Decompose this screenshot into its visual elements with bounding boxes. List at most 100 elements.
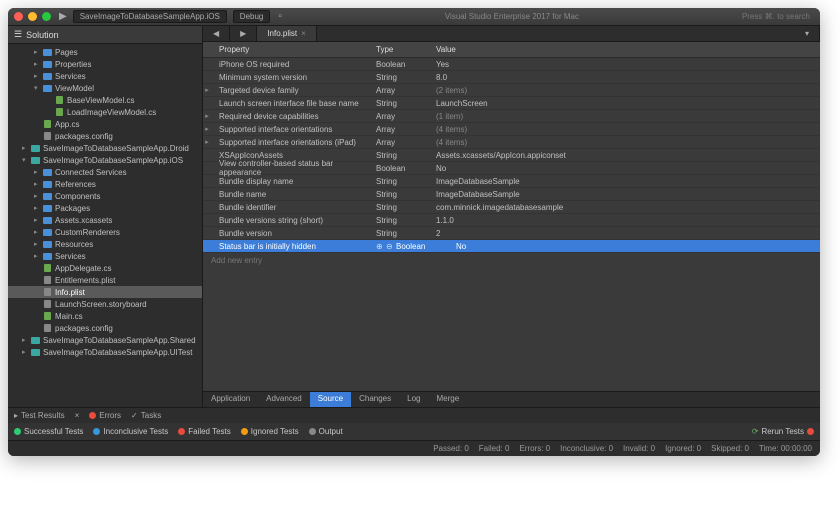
- filter-pill[interactable]: Output: [309, 427, 343, 436]
- tab-info-plist[interactable]: Info.plist×: [257, 26, 316, 41]
- filter-pill[interactable]: Successful Tests: [14, 427, 83, 436]
- editor-mode-tab[interactable]: Source: [310, 392, 351, 407]
- search-hint[interactable]: Press ⌘. to search: [742, 12, 810, 21]
- tab-overflow-icon[interactable]: ▾: [795, 26, 820, 41]
- tree-item[interactable]: ▸Properties: [8, 58, 202, 70]
- tree-item[interactable]: ▸CustomRenderers: [8, 226, 202, 238]
- tree-item[interactable]: ▾ViewModel: [8, 82, 202, 94]
- plist-row[interactable]: ▸Targeted device familyArray(2 items): [203, 84, 820, 97]
- tree-item[interactable]: ▸SaveImageToDatabaseSampleApp.UITest: [8, 346, 202, 358]
- rerun-button[interactable]: ⟳ Rerun Tests: [752, 427, 814, 436]
- plist-row[interactable]: Status bar is initially hidden⊕⊖BooleanN…: [203, 240, 820, 253]
- editor-mode-tab[interactable]: Advanced: [258, 392, 310, 407]
- close-tab-icon[interactable]: ×: [301, 29, 306, 38]
- plist-row[interactable]: Minimum system versionString8.0: [203, 71, 820, 84]
- empty-area: [203, 268, 820, 391]
- plist-row[interactable]: Launch screen interface file base nameSt…: [203, 97, 820, 110]
- status-dot-icon: [93, 428, 100, 435]
- plist-row[interactable]: ▸Supported interface orientationsArray(4…: [203, 123, 820, 136]
- disclosure-icon: ▸: [34, 72, 42, 80]
- tree-item[interactable]: packages.config: [8, 322, 202, 334]
- status-dot-icon: [309, 428, 316, 435]
- plist-row[interactable]: Bundle versionString2: [203, 227, 820, 240]
- tree-label: Info.plist: [55, 288, 85, 297]
- solution-tree: ▸Pages▸Properties ▸ Services▾ViewModelBase…: [8, 44, 202, 360]
- solution-header: ☰Solution: [8, 26, 202, 44]
- tree-item[interactable]: Entitlements.plist: [8, 274, 202, 286]
- folder-blue-icon: [42, 216, 52, 224]
- app-title: Visual Studio Enterprise 2017 for Mac: [282, 12, 742, 21]
- editor-mode-tab[interactable]: Log: [399, 392, 428, 407]
- prop-value: No: [436, 164, 820, 173]
- file-plist-icon: [42, 324, 52, 332]
- folder-teal-icon: [30, 144, 40, 152]
- filter-pill[interactable]: Ignored Tests: [241, 427, 299, 436]
- close-pad-icon[interactable]: ×: [75, 411, 80, 420]
- minimize-icon[interactable]: [28, 12, 37, 21]
- tree-item[interactable]: ▸Packages: [8, 202, 202, 214]
- tree-label: Services: [55, 72, 86, 81]
- plist-row[interactable]: ▸Required device capabilitiesArray(1 ite…: [203, 110, 820, 123]
- project-selector[interactable]: SaveImageToDatabaseSampleApp.iOS: [73, 10, 227, 23]
- check-icon: ✓: [131, 411, 138, 420]
- editor-mode-tab[interactable]: Merge: [428, 392, 467, 407]
- disclosure-icon: ▸: [34, 252, 42, 260]
- tree-item[interactable]: ▸Assets.xcassets: [8, 214, 202, 226]
- remove-icon[interactable]: ⊖: [386, 242, 396, 251]
- tree-item[interactable]: ▸Components: [8, 190, 202, 202]
- editor-mode-tab[interactable]: Changes: [351, 392, 399, 407]
- prop-value: ImageDatabaseSample: [436, 177, 820, 186]
- folder-blue-icon: [42, 60, 52, 68]
- run-button[interactable]: ▶: [59, 11, 67, 22]
- tree-item[interactable]: Main.cs: [8, 310, 202, 322]
- test-filter-bar: Successful Tests Inconclusive Tests Failed…: [8, 423, 820, 440]
- hamburger-icon[interactable]: ☰: [14, 29, 22, 40]
- filter-pill[interactable]: Failed Tests: [178, 427, 231, 436]
- tree-item[interactable]: ▸Services: [8, 250, 202, 262]
- disclosure-icon: ▸: [34, 48, 42, 56]
- tree-item[interactable]: ▸ Services: [8, 70, 202, 82]
- tree-item[interactable]: App.cs: [8, 118, 202, 130]
- folder-blue-icon: [42, 240, 52, 248]
- add-icon[interactable]: ⊕: [376, 242, 386, 251]
- tree-item[interactable]: packages.config: [8, 130, 202, 142]
- stop-icon[interactable]: [807, 428, 814, 435]
- plist-row[interactable]: Bundle versions string (short)String1.1.…: [203, 214, 820, 227]
- plist-row[interactable]: Bundle identifierStringcom.minnick.image…: [203, 201, 820, 214]
- filter-pill[interactable]: Inconclusive Tests: [93, 427, 168, 436]
- close-icon[interactable]: [14, 12, 23, 21]
- folder-blue-icon: [42, 204, 52, 212]
- tree-item[interactable]: BaseViewModel.cs: [8, 94, 202, 106]
- plist-row[interactable]: iPhone OS requiredBooleanYes: [203, 58, 820, 71]
- plist-row[interactable]: Bundle nameStringImageDatabaseSample: [203, 188, 820, 201]
- plist-row[interactable]: ▸Supported interface orientations (iPad)…: [203, 136, 820, 149]
- nav-forward-button[interactable]: ▶: [230, 26, 257, 41]
- tree-item[interactable]: ▾SaveImageToDatabaseSampleApp.iOS: [8, 154, 202, 166]
- file-plist-icon: [42, 276, 52, 284]
- prop-key: View controller-based status bar appeara…: [211, 159, 376, 177]
- nav-back-button[interactable]: ◀: [203, 26, 230, 41]
- tab-test-results[interactable]: ▸ Test Results: [14, 411, 65, 420]
- tree-item[interactable]: ▸Resources: [8, 238, 202, 250]
- tree-label: packages.config: [55, 324, 113, 333]
- bottom-panel: ▸ Test Results × Errors ✓Tasks Successfu…: [8, 407, 820, 440]
- editor-mode-tab[interactable]: Application: [203, 392, 258, 407]
- zoom-icon[interactable]: [42, 12, 51, 21]
- tree-item[interactable]: ▸Pages: [8, 46, 202, 58]
- tree-item[interactable]: ▸Connected Services: [8, 166, 202, 178]
- tree-item[interactable]: ▸SaveImageToDatabaseSampleApp.Shared: [8, 334, 202, 346]
- add-entry-row[interactable]: Add new entry: [203, 253, 820, 268]
- tab-errors[interactable]: Errors: [89, 411, 121, 420]
- plist-row[interactable]: Bundle display nameStringImageDatabaseSa…: [203, 175, 820, 188]
- tree-item[interactable]: LaunchScreen.storyboard: [8, 298, 202, 310]
- tab-tasks[interactable]: ✓Tasks: [131, 411, 161, 420]
- tree-item[interactable]: LoadImageViewModel.cs: [8, 106, 202, 118]
- tree-item[interactable]: ▸SaveImageToDatabaseSampleApp.Droid: [8, 142, 202, 154]
- tree-item[interactable]: ▸References: [8, 178, 202, 190]
- prop-key: Targeted device family: [211, 86, 376, 95]
- disclosure-icon: ▸: [34, 228, 42, 236]
- tree-item[interactable]: AppDelegate.cs: [8, 262, 202, 274]
- plist-row[interactable]: View controller-based status bar appeara…: [203, 162, 820, 175]
- tree-item[interactable]: Info.plist: [8, 286, 202, 298]
- config-selector[interactable]: Debug: [233, 10, 271, 23]
